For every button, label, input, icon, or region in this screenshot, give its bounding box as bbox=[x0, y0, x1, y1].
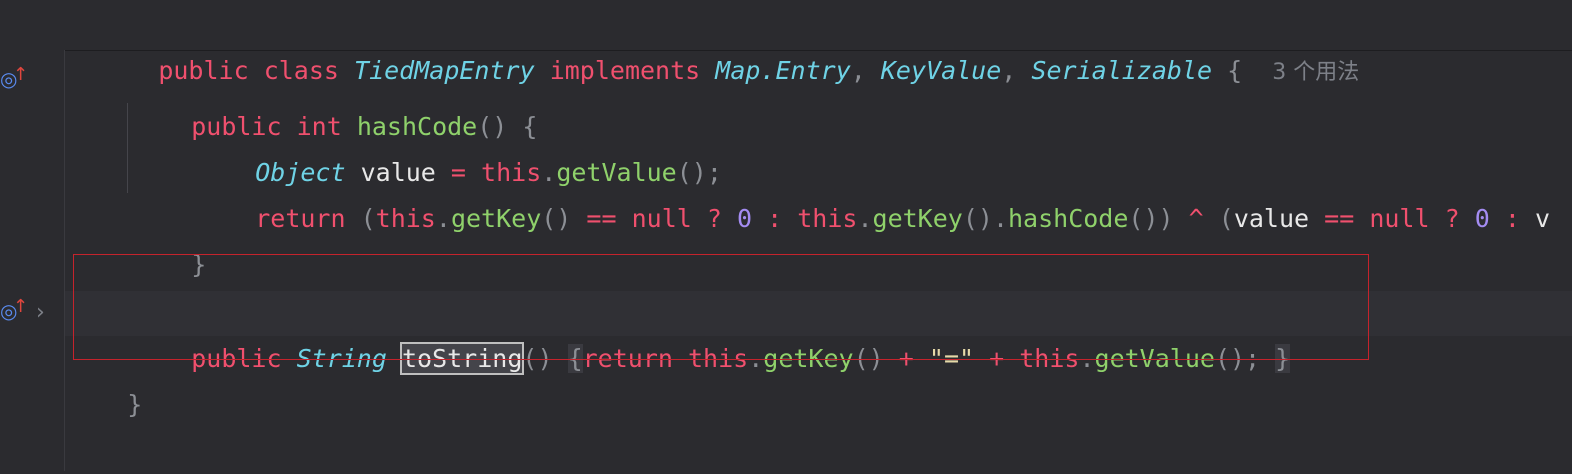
open-brace: { bbox=[1227, 56, 1243, 85]
punctuation: . bbox=[857, 204, 873, 233]
punctuation: . bbox=[435, 204, 451, 233]
keyword: null bbox=[1369, 204, 1430, 233]
indent-guide bbox=[127, 103, 128, 193]
code-editor[interactable]: public class TiedMapEntry implements Map… bbox=[0, 0, 1572, 471]
code-line[interactable]: Object value = this.getValue(); bbox=[195, 104, 722, 187]
operator: == bbox=[1324, 204, 1355, 233]
operator: ^ bbox=[1188, 204, 1204, 233]
operator: ? bbox=[706, 204, 722, 233]
punctuation: ( bbox=[1218, 204, 1234, 233]
variable: v bbox=[1534, 204, 1551, 233]
fold-chevron-icon[interactable]: › bbox=[36, 300, 45, 325]
number: 0 bbox=[737, 204, 753, 233]
variable: value bbox=[1233, 204, 1310, 233]
method-name: hashCode bbox=[1008, 204, 1129, 233]
punctuation: () bbox=[541, 204, 572, 233]
usage-hint[interactable]: 3 个用法 bbox=[1272, 60, 1359, 85]
keyword: null bbox=[631, 204, 692, 233]
comma: , bbox=[850, 56, 866, 85]
class-declaration: public class TiedMapEntry implements Map… bbox=[68, 2, 1359, 85]
operator: == bbox=[586, 204, 617, 233]
method-name: getKey bbox=[450, 204, 542, 233]
operator: : bbox=[767, 204, 783, 233]
keyword: this bbox=[375, 204, 436, 233]
annotation-red-box bbox=[73, 254, 1369, 360]
keyword: this bbox=[797, 204, 858, 233]
operator: : bbox=[1504, 204, 1520, 233]
punctuation: (). bbox=[962, 204, 1008, 233]
punctuation: ( bbox=[360, 204, 376, 233]
interface-name: Map.Entry bbox=[715, 56, 851, 85]
comma: , bbox=[1001, 56, 1017, 85]
interface-name: Serializable bbox=[1031, 56, 1213, 85]
code-line[interactable]: } bbox=[131, 196, 206, 279]
keyword: implements bbox=[549, 56, 701, 85]
override-up-icon[interactable]: ◎ ↑ bbox=[0, 296, 34, 326]
sticky-class-header[interactable]: public class TiedMapEntry implements Map… bbox=[0, 0, 1572, 85]
punctuation: ()) bbox=[1128, 204, 1174, 233]
number: 0 bbox=[1474, 204, 1490, 233]
method-name: getKey bbox=[872, 204, 963, 233]
gutter[interactable] bbox=[0, 50, 65, 471]
class-close-brace: } bbox=[127, 390, 143, 419]
keyword: return bbox=[255, 204, 346, 233]
code-line[interactable]: return (this.getKey() == null ? 0 : this… bbox=[195, 150, 1550, 233]
code-line[interactable]: public int hashCode() { bbox=[131, 58, 537, 141]
operator: ? bbox=[1444, 204, 1460, 233]
override-up-icon[interactable]: ◎ ↑ bbox=[0, 64, 34, 94]
interface-name: KeyValue bbox=[880, 56, 1002, 85]
